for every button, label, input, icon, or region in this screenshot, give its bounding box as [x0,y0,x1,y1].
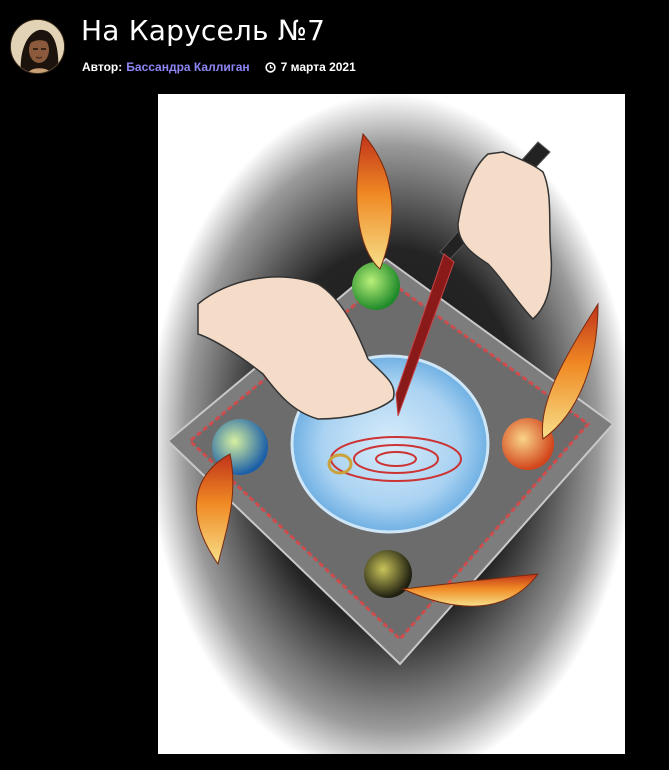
author-link[interactable]: Бассандра Каллиган [126,60,249,74]
author-label: Автор: [82,60,123,74]
post-title: На Карусель №7 [81,14,326,47]
clock-icon [264,61,276,73]
artwork-illustration [158,94,625,754]
avatar-portrait [11,20,64,73]
post-date: 7 марта 2021 [280,60,356,74]
post-meta: Автор: Бассандра Каллиган 7 марта 2021 [82,60,356,74]
post-artwork[interactable] [158,94,625,754]
author-avatar[interactable] [10,19,65,74]
